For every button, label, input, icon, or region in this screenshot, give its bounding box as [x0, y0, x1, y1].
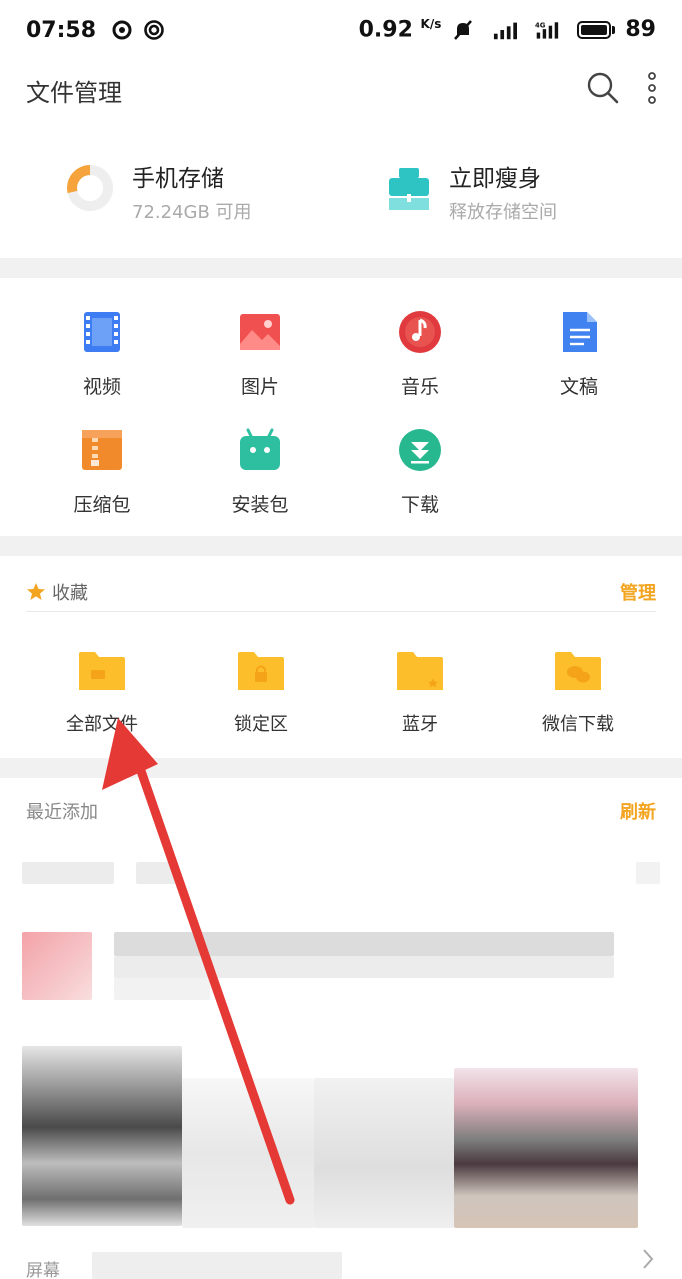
document-icon — [563, 312, 597, 352]
thumbnail — [22, 932, 92, 1000]
network-speed: 0.92 K/s — [358, 17, 442, 43]
hotspot-icon — [142, 18, 166, 42]
storage-section: 手机存储 72.24GB 可用 立即瘦身 释放存储空间 — [0, 140, 682, 258]
image-icon — [240, 314, 280, 350]
category-label: 下载 — [400, 494, 439, 516]
favorite-all-files[interactable]: 全部文件 — [32, 650, 172, 736]
storage-ring-icon — [66, 164, 114, 216]
chevron-right-icon[interactable] — [642, 1248, 654, 1274]
more-vertical-icon[interactable] — [648, 72, 656, 108]
recent-section: 最近添加 刷新 屏幕 — [0, 778, 682, 1279]
slim-card[interactable]: 立即瘦身 释放存储空间 — [341, 140, 682, 258]
section-divider — [0, 258, 682, 278]
category-label: 文稿 — [559, 376, 598, 398]
music-icon — [399, 311, 441, 353]
phone-storage-card[interactable]: 手机存储 72.24GB 可用 — [0, 140, 341, 258]
phone-storage-available: 72.24GB 可用 — [132, 202, 252, 223]
android-icon — [240, 428, 280, 470]
slim-title: 立即瘦身 — [449, 166, 541, 192]
battery-icon — [577, 20, 616, 39]
search-icon[interactable] — [586, 71, 620, 109]
category-label: 图片 — [240, 376, 279, 398]
section-divider — [0, 758, 682, 778]
folder-label: 微信下载 — [542, 714, 614, 735]
category-label: 安装包 — [231, 494, 289, 516]
category-archive[interactable]: 压缩包 — [37, 428, 167, 517]
thumbnail — [314, 1078, 454, 1228]
locked-folder-icon — [238, 652, 284, 690]
download-icon — [399, 429, 441, 471]
star-icon — [26, 582, 46, 602]
battery-level: 89 — [625, 17, 656, 43]
category-document[interactable]: 文稿 — [514, 310, 644, 399]
signal-icon-4g: 4G — [535, 18, 559, 42]
mute-icon — [451, 18, 475, 42]
category-label: 音乐 — [400, 376, 439, 398]
favorite-bluetooth[interactable]: 蓝牙 — [350, 650, 490, 736]
category-grid: 视频 图片 音乐 文稿 压缩包 安装包 下载 — [0, 278, 682, 536]
status-bar: 07:58 0.92 K/s 4G 89 — [0, 0, 682, 60]
recent-header: 最近添加 刷新 — [26, 798, 656, 824]
category-image[interactable]: 图片 — [195, 310, 325, 399]
wechat-folder-icon — [555, 652, 601, 690]
thumbnail — [454, 1068, 638, 1228]
status-time: 07:58 — [26, 17, 97, 43]
slim-subtitle: 释放存储空间 — [449, 202, 557, 223]
category-label: 视频 — [82, 376, 121, 398]
folder-icon — [79, 652, 125, 690]
archive-icon — [82, 430, 122, 470]
recent-title: 最近添加 — [26, 802, 98, 823]
section-divider — [0, 536, 682, 556]
favorites-title: 收藏 — [52, 582, 88, 604]
screenshots-label: 屏幕 — [26, 1261, 60, 1279]
favorite-wechat[interactable]: 微信下载 — [508, 650, 648, 736]
folder-label: 锁定区 — [234, 714, 288, 735]
category-apk[interactable]: 安装包 — [195, 428, 325, 517]
video-icon — [84, 312, 120, 352]
category-download[interactable]: 下载 — [355, 428, 485, 517]
svg-text:4G: 4G — [535, 21, 546, 29]
folder-label: 蓝牙 — [402, 714, 438, 735]
category-video[interactable]: 视频 — [37, 310, 167, 399]
favorites-header: 收藏 管理 — [26, 572, 656, 612]
signal-icon-1 — [493, 18, 518, 42]
broom-icon — [387, 164, 431, 216]
manage-button[interactable]: 管理 — [620, 579, 656, 605]
thumbnail — [182, 1078, 314, 1228]
category-music[interactable]: 音乐 — [355, 310, 485, 399]
netease-icon — [110, 18, 134, 42]
folder-label: 全部文件 — [66, 714, 138, 735]
refresh-button[interactable]: 刷新 — [620, 798, 656, 824]
category-label: 压缩包 — [73, 494, 131, 516]
favorites-section: 收藏 管理 全部文件 锁定区 蓝牙 微信下载 — [0, 556, 682, 758]
phone-storage-title: 手机存储 — [132, 166, 224, 192]
bluetooth-folder-icon — [397, 652, 443, 690]
page-title: 文件管理 — [26, 78, 122, 107]
favorite-locked[interactable]: 锁定区 — [191, 650, 331, 736]
thumbnail — [22, 1046, 182, 1226]
app-bar: 文件管理 — [0, 60, 682, 120]
